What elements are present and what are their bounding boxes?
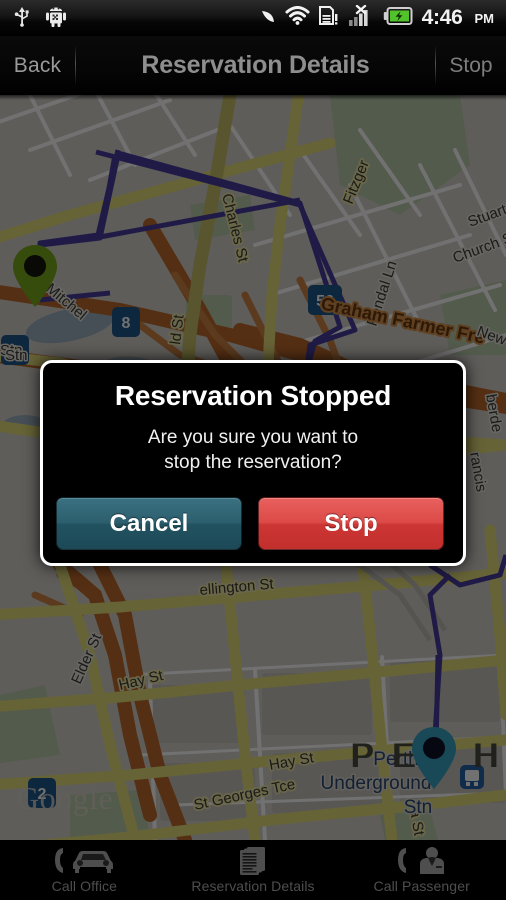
tab-reservation-details[interactable]: Reservation Details (169, 840, 338, 900)
gps-location-icon (260, 8, 276, 29)
status-bar: 4:46 PM (0, 0, 506, 36)
page-title: Reservation Details (141, 51, 370, 79)
tab-label-call-office: Call Office (51, 878, 118, 894)
status-clock-ampm: PM (474, 10, 495, 26)
tab-label-reservation-details: Reservation Details (191, 878, 315, 894)
documents-icon (233, 846, 273, 876)
usb-icon (14, 5, 31, 32)
phone-car-icon (49, 846, 119, 876)
signal-no-sim-icon (348, 4, 374, 32)
confirm-stop-button[interactable]: Stop (258, 497, 444, 550)
wifi-icon (285, 6, 310, 30)
dialog-message: Are you sure you want to stop the reserv… (43, 425, 463, 475)
phone-person-icon (392, 846, 452, 876)
dialog-message-line1: Are you sure you want to (147, 427, 359, 448)
tab-call-passenger[interactable]: Call Passenger (337, 840, 506, 900)
action-bar: Back Reservation Details Stop (0, 36, 506, 95)
reservation-stopped-dialog: Reservation Stopped Are you sure you wan… (40, 360, 466, 566)
tab-call-office[interactable]: Call Office (0, 840, 169, 900)
action-bar-stop-button[interactable]: Stop (436, 36, 506, 95)
battery-charging-icon (383, 6, 413, 30)
status-clock: 4:46 (421, 6, 463, 29)
bottom-tab-bar: Call Office Reservation Details Call Pas… (0, 840, 506, 900)
android-debug-icon (45, 4, 67, 32)
dialog-title: Reservation Stopped (114, 380, 392, 411)
dialog-message-line2: stop the reservation? (164, 452, 342, 473)
cancel-button[interactable]: Cancel (56, 497, 242, 550)
back-button[interactable]: Back (0, 36, 75, 95)
action-bar-shadow (0, 95, 506, 100)
tab-label-call-passenger: Call Passenger (373, 878, 470, 894)
sdcard-warning-icon (318, 5, 339, 31)
